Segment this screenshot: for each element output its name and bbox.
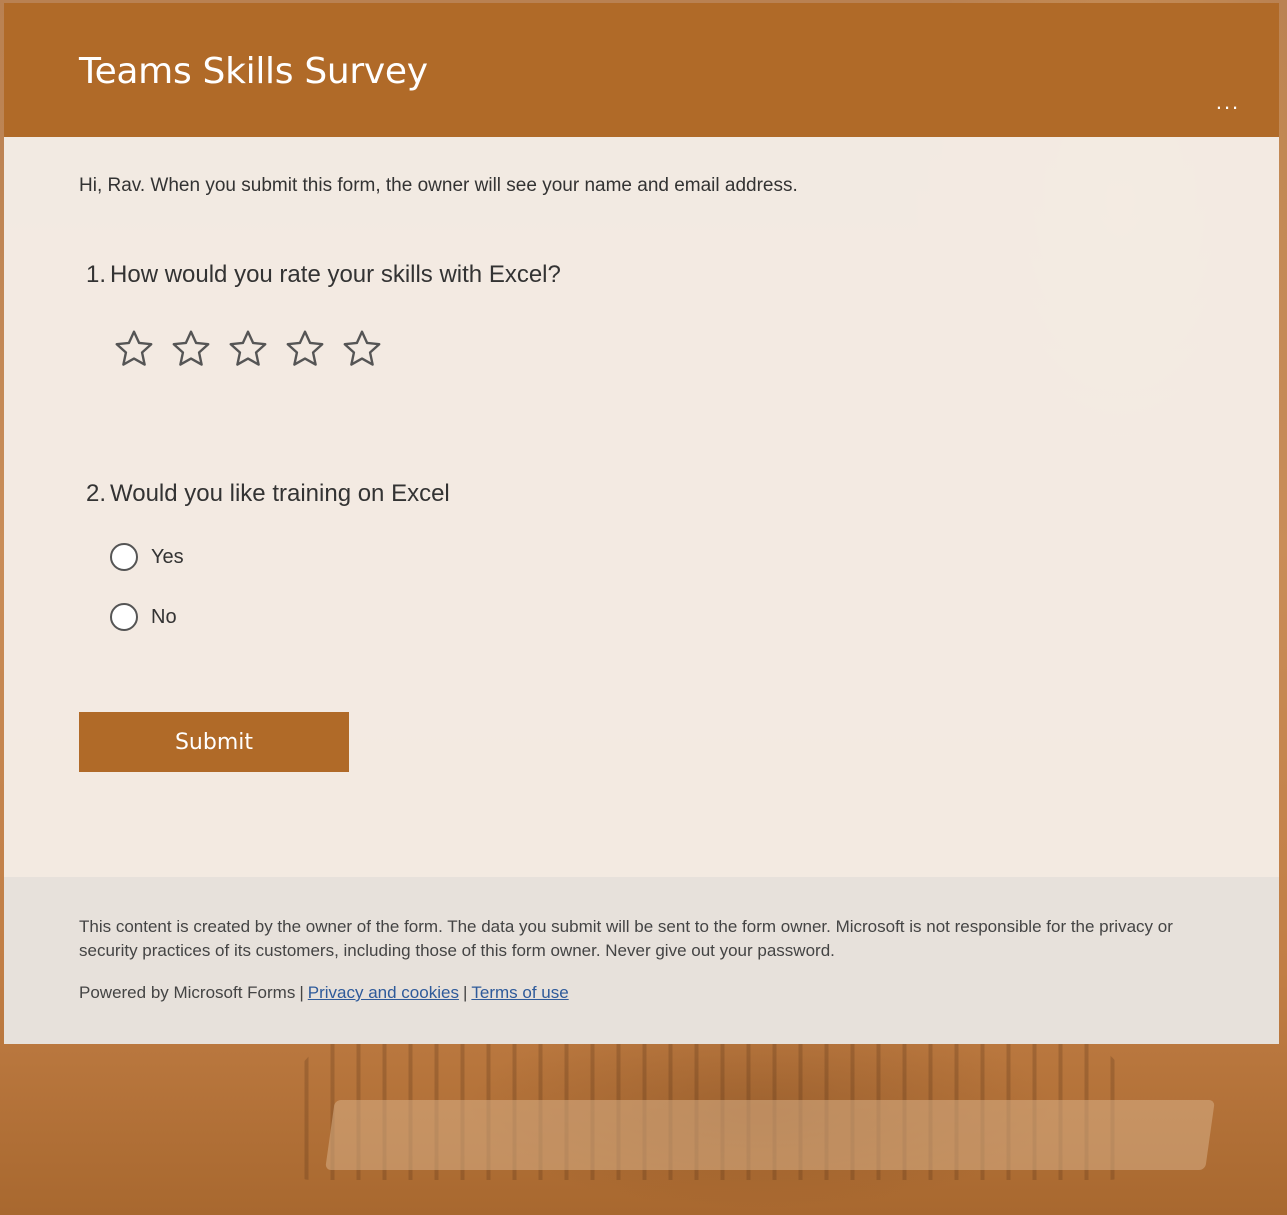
form-footer: This content is created by the owner of … xyxy=(4,877,1279,1044)
option-yes[interactable]: Yes xyxy=(110,539,184,575)
question-text: How would you rate your skills with Exce… xyxy=(110,261,561,288)
form-title: Teams Skills Survey xyxy=(79,51,428,92)
background-notebook xyxy=(325,1100,1215,1170)
powered-by-text: Powered by Microsoft Forms xyxy=(79,983,296,1002)
choice-options: Yes No xyxy=(110,539,184,659)
star-3-icon[interactable] xyxy=(226,327,270,371)
question-number: 2. xyxy=(86,480,107,507)
question-text: Would you like training on Excel xyxy=(110,480,450,507)
question-number: 1. xyxy=(86,261,107,288)
powered-by-line: Powered by Microsoft Forms | Privacy and c… xyxy=(79,983,569,1003)
option-label: No xyxy=(151,605,177,628)
separator: | xyxy=(462,983,468,1002)
terms-link[interactable]: Terms of use xyxy=(471,983,568,1002)
intro-text: Hi, Rav. When you submit this form, the … xyxy=(79,175,798,196)
question-2: 2. Would you like training on Excel xyxy=(86,480,450,508)
form-card: Teams Skills Survey ... Hi, Rav. When yo… xyxy=(4,3,1279,1044)
question-1: 1. How would you rate your skills with Ex… xyxy=(86,261,561,289)
radio-no[interactable] xyxy=(110,603,138,631)
star-1-icon[interactable] xyxy=(112,327,156,371)
submit-button[interactable]: Submit xyxy=(79,712,349,772)
more-options-icon: ... xyxy=(1215,89,1241,114)
radio-yes[interactable] xyxy=(110,543,138,571)
option-no[interactable]: No xyxy=(110,599,184,635)
separator: | xyxy=(299,983,304,1002)
star-5-icon[interactable] xyxy=(340,327,384,371)
more-options-button[interactable]: ... xyxy=(1211,91,1245,119)
disclaimer-text: This content is created by the owner of … xyxy=(79,917,1173,960)
star-2-icon[interactable] xyxy=(169,327,213,371)
privacy-link[interactable]: Privacy and cookies xyxy=(308,983,459,1002)
form-header: Teams Skills Survey ... xyxy=(4,3,1279,137)
option-label: Yes xyxy=(151,545,184,568)
star-4-icon[interactable] xyxy=(283,327,327,371)
rating-stars xyxy=(112,327,384,371)
